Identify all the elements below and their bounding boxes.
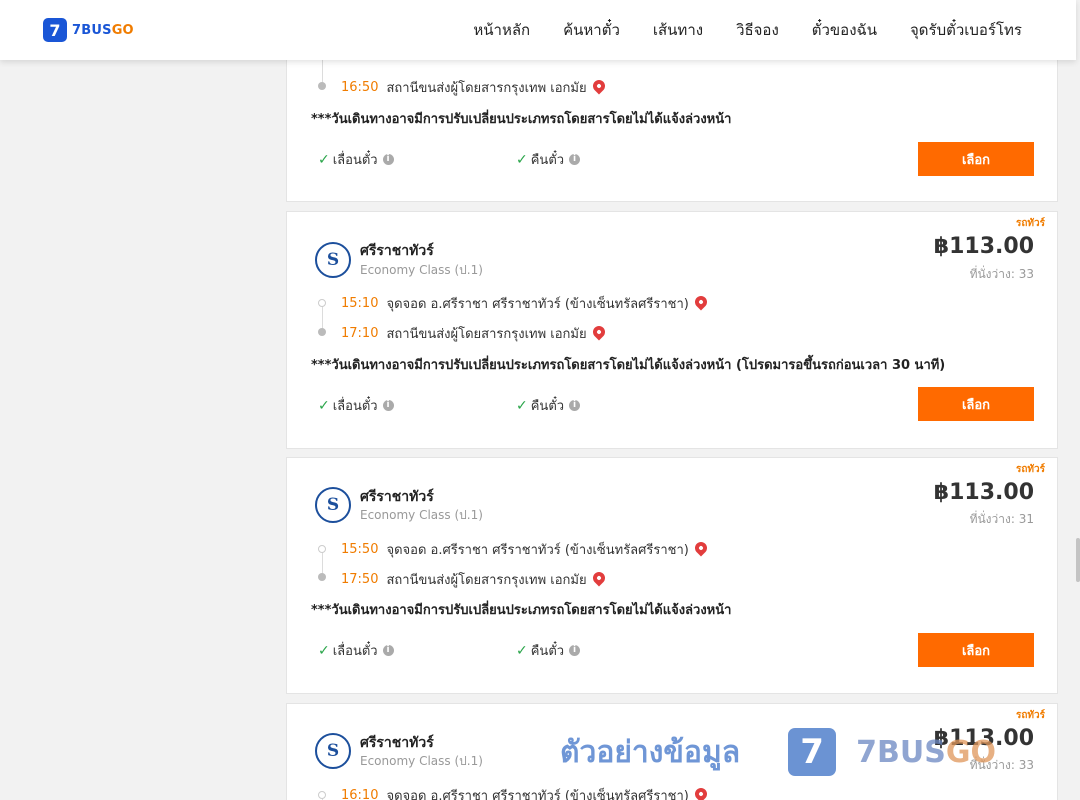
operator-name: ศรีราชาทัวร์ [360, 243, 434, 259]
map-pin-icon[interactable] [590, 77, 608, 94]
brand-name: 7BUSGO [72, 22, 134, 38]
info-icon[interactable]: i [382, 154, 394, 165]
bus-class: Economy Class (ป.1) [360, 508, 483, 522]
seats-available: ที่นั่งว่าง: 33 [969, 267, 1034, 281]
refund-ticket-label: คืนตั๋ว [530, 153, 565, 168]
map-pin-icon[interactable] [692, 785, 710, 800]
refund-ticket-option: ✓ คืนตั๋ว i [516, 640, 581, 661]
change-ticket-label: เลื่อนตั๋ว [332, 399, 378, 414]
check-icon: ✓ [516, 397, 528, 414]
seats-available: ที่นั่งว่าง: 31 [969, 512, 1034, 526]
departure-time: 16:10 [341, 788, 379, 800]
select-button[interactable]: เลือก [918, 142, 1034, 176]
bus-class: Economy Class (ป.1) [360, 263, 483, 277]
ticket-price: ฿113.00 [933, 234, 1034, 259]
change-ticket-option: ✓ เลื่อนตั๋ว i [318, 640, 394, 661]
operator-logo-icon: S [315, 487, 351, 523]
bus-type-tag: รถทัวร์ [1015, 464, 1045, 475]
departure-time: 15:10 [341, 296, 379, 311]
change-ticket-option: ✓ เลื่อนตั๋ว i [318, 149, 394, 170]
departure-stop: 16:10 จุดจอด อ.ศรีราชา ศรีราชาทัวร์ (ข้า… [341, 785, 710, 800]
watermark-text: ตัวอย่างข้อมูล [560, 734, 741, 770]
check-icon: ✓ [516, 642, 528, 659]
departure-place: จุดจอด อ.ศรีราชา ศรีราชาทัวร์ (ข้างเซ็นท… [386, 789, 689, 800]
arrival-dot [318, 328, 326, 336]
top-navbar: 7 7BUSGO หน้าหลัก ค้นหาตั๋ว เส้นทาง วิธี… [0, 0, 1076, 60]
map-pin-icon[interactable] [590, 323, 608, 340]
operator-logo-icon: S [315, 242, 351, 278]
select-button[interactable]: เลือก [918, 387, 1034, 421]
arrival-stop: 17:10 สถานีขนส่งผู้โดยสารกรุงเทพ เอกมัย [341, 323, 608, 344]
info-icon[interactable]: i [569, 154, 581, 165]
nav-routes[interactable]: เส้นทาง [653, 18, 703, 42]
map-pin-icon[interactable] [692, 293, 710, 310]
refund-ticket-label: คืนตั๋ว [530, 399, 565, 414]
change-ticket-label: เลื่อนตั๋ว [332, 644, 378, 659]
refund-ticket-label: คืนตั๋ว [530, 644, 565, 659]
nav-how-to-book[interactable]: วิธีจอง [736, 18, 779, 42]
select-button[interactable]: เลือก [918, 633, 1034, 667]
nav-search-ticket[interactable]: ค้นหาตั๋ว [563, 18, 620, 42]
trip-note: ***วันเดินทางอาจมีการปรับเปลี่ยนประเภทรถ… [311, 112, 732, 127]
departure-time: 15:50 [341, 542, 379, 557]
trip-note: ***วันเดินทางอาจมีการปรับเปลี่ยนประเภทรถ… [311, 358, 946, 373]
departure-stop: 15:10 จุดจอด อ.ศรีราชา ศรีราชาทัวร์ (ข้า… [341, 293, 710, 314]
change-ticket-label: เลื่อนตั๋ว [332, 153, 378, 168]
info-icon[interactable]: i [569, 645, 581, 656]
arrival-place: สถานีขนส่งผู้โดยสารกรุงเทพ เอกมัย [386, 327, 587, 342]
arrival-dot [318, 82, 326, 90]
info-icon[interactable]: i [382, 400, 394, 411]
trip-card: รถทัวร์ S ศรีราชาทัวร์ Economy Class (ป.… [286, 457, 1058, 694]
departure-dot [318, 299, 326, 307]
main-nav: หน้าหลัก ค้นหาตั๋ว เส้นทาง วิธีจอง ตั๋วข… [440, 0, 1022, 60]
arrival-dot [318, 573, 326, 581]
change-ticket-option: ✓ เลื่อนตั๋ว i [318, 395, 394, 416]
departure-dot [318, 791, 326, 799]
arrival-time: 16:50 [341, 80, 379, 95]
brand-logo[interactable]: 7 7BUSGO [43, 18, 134, 42]
arrival-time: 17:50 [341, 572, 379, 587]
brand-badge-icon: 7 [43, 18, 67, 42]
arrival-place: สถานีขนส่งผู้โดยสารกรุงเทพ เอกมัย [386, 573, 587, 588]
ticket-price: ฿113.00 [933, 480, 1034, 505]
arrival-stop: 16:50 สถานีขนส่งผู้โดยสารกรุงเทพ เอกมัย [341, 77, 608, 98]
arrival-time: 17:10 [341, 326, 379, 341]
watermark-logo-icon: 7 [788, 728, 837, 776]
departure-place: จุดจอด อ.ศรีราชา ศรีราชาทัวร์ (ข้างเซ็นท… [386, 543, 689, 558]
trip-note: ***วันเดินทางอาจมีการปรับเปลี่ยนประเภทรถ… [311, 603, 732, 618]
scrollbar-thumb[interactable] [1076, 538, 1080, 582]
page-scrollbar[interactable] [1076, 60, 1080, 800]
map-pin-icon[interactable] [692, 539, 710, 556]
bus-type-tag: รถทัวร์ [1015, 710, 1045, 721]
info-icon[interactable]: i [382, 645, 394, 656]
map-pin-icon[interactable] [590, 569, 608, 586]
refund-ticket-option: ✓ คืนตั๋ว i [516, 149, 581, 170]
nav-pickup-points[interactable]: จุดรับตั๋วเบอร์โทร [910, 18, 1022, 42]
check-icon: ✓ [318, 642, 330, 659]
info-icon[interactable]: i [569, 400, 581, 411]
check-icon: ✓ [318, 397, 330, 414]
trip-card: 16:50 สถานีขนส่งผู้โดยสารกรุงเทพ เอกมัย … [286, 40, 1058, 202]
trip-card: รถทัวร์ S ศรีราชาทัวร์ Economy Class (ป.… [286, 211, 1058, 449]
sample-watermark: ตัวอย่างข้อมูล 7 7BUSGO [560, 722, 996, 782]
operator-logo-icon: S [315, 733, 351, 769]
departure-stop: 15:50 จุดจอด อ.ศรีราชา ศรีราชาทัวร์ (ข้า… [341, 539, 710, 560]
bus-class: Economy Class (ป.1) [360, 754, 483, 768]
departure-place: จุดจอด อ.ศรีราชา ศรีราชาทัวร์ (ข้างเซ็นท… [386, 297, 689, 312]
bus-type-tag: รถทัวร์ [1015, 218, 1045, 229]
refund-ticket-option: ✓ คืนตั๋ว i [516, 395, 581, 416]
departure-dot [318, 545, 326, 553]
operator-name: ศรีราชาทัวร์ [360, 735, 434, 751]
check-icon: ✓ [516, 151, 528, 168]
check-icon: ✓ [318, 151, 330, 168]
operator-name: ศรีราชาทัวร์ [360, 489, 434, 505]
nav-home[interactable]: หน้าหลัก [473, 18, 530, 42]
nav-my-tickets[interactable]: ตั๋วของฉัน [812, 18, 877, 42]
arrival-place: สถานีขนส่งผู้โดยสารกรุงเทพ เอกมัย [386, 81, 587, 96]
arrival-stop: 17:50 สถานีขนส่งผู้โดยสารกรุงเทพ เอกมัย [341, 569, 608, 590]
route-timeline [322, 57, 323, 85]
watermark-brand: 7BUSGO [856, 734, 996, 770]
